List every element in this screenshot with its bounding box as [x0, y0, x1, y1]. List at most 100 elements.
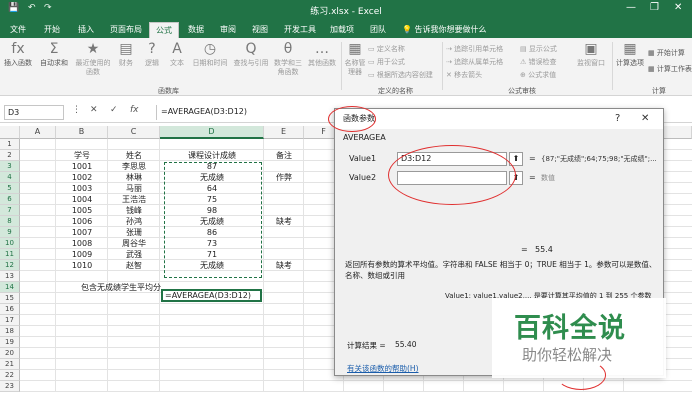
row-header[interactable]: 9 [0, 227, 20, 238]
table-cell[interactable]: 1003 [56, 183, 108, 194]
name-manager-button[interactable]: ▦ 名称管理器 [343, 41, 367, 77]
row-header[interactable]: 6 [0, 194, 20, 205]
row-header[interactable]: 21 [0, 359, 20, 370]
table-cell[interactable]: 林琳 [108, 172, 160, 183]
watch-window-button[interactable]: ▣ 监视窗口 [574, 41, 608, 68]
more-icon[interactable]: ⋮ [72, 105, 81, 115]
column-header-a[interactable]: A [20, 126, 56, 139]
table-cell[interactable]: 1004 [56, 194, 108, 205]
enter-icon[interactable]: ✓ [110, 105, 118, 115]
table-cell[interactable]: 王浩浩 [108, 194, 160, 205]
trace-dependents-button[interactable]: ⇢ 追踪从属单元格 [446, 57, 503, 67]
table-cell[interactable] [264, 249, 304, 260]
row-header[interactable]: 15 [0, 293, 20, 304]
row-header[interactable]: 19 [0, 337, 20, 348]
column-header-e[interactable]: E [264, 126, 304, 139]
close-window-icon[interactable]: ✕ [674, 2, 682, 13]
help-icon[interactable]: ? [615, 113, 620, 124]
recent-functions-button[interactable]: ★ 最近使用的函数 [74, 41, 112, 77]
table-cell[interactable]: 孙鸿 [108, 216, 160, 227]
table-cell[interactable] [264, 205, 304, 216]
column-header-c[interactable]: C [108, 126, 160, 139]
row-header[interactable]: 5 [0, 183, 20, 194]
define-name-button[interactable]: ▭ 定义名称 [368, 44, 405, 54]
remove-arrows-button[interactable]: ✕ 移去箭头 [446, 70, 482, 80]
table-cell[interactable]: 1002 [56, 172, 108, 183]
function-help-link[interactable]: 有关该函数的帮助(H) [347, 363, 419, 374]
row-header[interactable]: 7 [0, 205, 20, 216]
table-cell[interactable]: 作弊 [264, 172, 304, 183]
table-cell[interactable]: 姓名 [108, 150, 160, 161]
row-header[interactable]: 3 [0, 161, 20, 172]
row-header[interactable]: 16 [0, 304, 20, 315]
financial-button[interactable]: ▤ 财务 [114, 41, 138, 68]
row-header[interactable]: 23 [0, 381, 20, 392]
table-cell[interactable]: 1008 [56, 238, 108, 249]
calculation-options-button[interactable]: ▦ 计算选项 [614, 41, 646, 68]
tab-insert[interactable]: 插入 [78, 24, 94, 35]
tab-home[interactable]: 开始 [44, 24, 60, 35]
more-functions-button[interactable]: … 其他函数 [306, 41, 338, 68]
table-cell[interactable] [264, 161, 304, 172]
table-cell[interactable] [264, 183, 304, 194]
table-cell[interactable]: 1001 [56, 161, 108, 172]
row-header[interactable]: 10 [0, 238, 20, 249]
error-checking-button[interactable]: ⚠ 错误检查 [520, 57, 557, 67]
row-header[interactable]: 8 [0, 216, 20, 227]
table-cell[interactable]: 备注 [264, 150, 304, 161]
tab-developer[interactable]: 开发工具 [284, 24, 316, 35]
date-time-button[interactable]: ◷ 日期和时间 [190, 41, 230, 68]
table-cell[interactable]: 1009 [56, 249, 108, 260]
name-box[interactable]: D3 [4, 105, 64, 120]
table-cell[interactable] [264, 194, 304, 205]
row-header[interactable]: 18 [0, 326, 20, 337]
column-header-d[interactable]: D [160, 126, 264, 139]
row-header[interactable]: 1 [0, 139, 20, 150]
table-cell[interactable]: 缺考 [264, 216, 304, 227]
show-formulas-button[interactable]: ▤ 显示公式 [520, 44, 557, 54]
evaluate-formula-button[interactable]: ⊕ 公式求值 [520, 70, 556, 80]
tab-addins[interactable]: 加载项 [330, 24, 354, 35]
table-cell[interactable]: 包含无成绩学生平均分 [56, 282, 164, 293]
table-cell[interactable]: 赵智 [108, 260, 160, 271]
tab-view[interactable]: 视图 [252, 24, 268, 35]
row-header[interactable]: 22 [0, 370, 20, 381]
use-in-formula-button[interactable]: ▭ 用于公式 [368, 57, 405, 67]
math-trig-button[interactable]: θ 数学和三角函数 [272, 41, 304, 77]
table-cell[interactable]: 马丽 [108, 183, 160, 194]
row-header[interactable]: 17 [0, 315, 20, 326]
close-icon[interactable]: ✕ [641, 113, 649, 124]
tell-me-search[interactable]: 💡 告诉我你想要做什么 [402, 24, 487, 35]
insert-function-button[interactable]: fx 插入函数 [2, 41, 34, 68]
lookup-reference-button[interactable]: Q 查找与引用 [232, 41, 270, 68]
table-cell[interactable]: 李思思 [108, 161, 160, 172]
tab-review[interactable]: 审阅 [220, 24, 236, 35]
table-cell[interactable]: 张珊 [108, 227, 160, 238]
row-header[interactable]: 4 [0, 172, 20, 183]
autosum-button[interactable]: Σ 自动求和 [38, 41, 70, 68]
row-header[interactable]: 2 [0, 150, 20, 161]
calculate-sheet-button[interactable]: ▦ 计算工作表 [648, 64, 692, 74]
table-cell[interactable]: 缺考 [264, 260, 304, 271]
calculate-now-button[interactable]: ▦ 开始计算 [648, 48, 685, 58]
tab-file[interactable]: 文件 [10, 24, 26, 35]
tab-page-layout[interactable]: 页面布局 [110, 24, 142, 35]
table-cell[interactable]: 学号 [56, 150, 108, 161]
table-cell[interactable] [264, 227, 304, 238]
row-header[interactable]: 14 [0, 282, 20, 293]
table-cell[interactable]: 钱峰 [108, 205, 160, 216]
select-all-corner[interactable] [0, 126, 20, 139]
trace-precedents-button[interactable]: ⇢ 追踪引用单元格 [446, 44, 503, 54]
minimize-icon[interactable]: — [626, 2, 636, 13]
table-cell[interactable]: 1005 [56, 205, 108, 216]
table-cell[interactable]: 1007 [56, 227, 108, 238]
tab-team[interactable]: 团队 [370, 24, 386, 35]
create-from-selection-button[interactable]: ▭ 根据所选内容创建 [368, 70, 433, 80]
tab-formulas[interactable]: 公式 [149, 22, 179, 38]
table-cell[interactable]: 课程设计成绩 [160, 150, 264, 161]
table-cell[interactable] [264, 238, 304, 249]
table-cell[interactable]: 1006 [56, 216, 108, 227]
logical-button[interactable]: ? 逻辑 [140, 41, 164, 68]
row-header[interactable]: 12 [0, 260, 20, 271]
row-header[interactable]: 20 [0, 348, 20, 359]
